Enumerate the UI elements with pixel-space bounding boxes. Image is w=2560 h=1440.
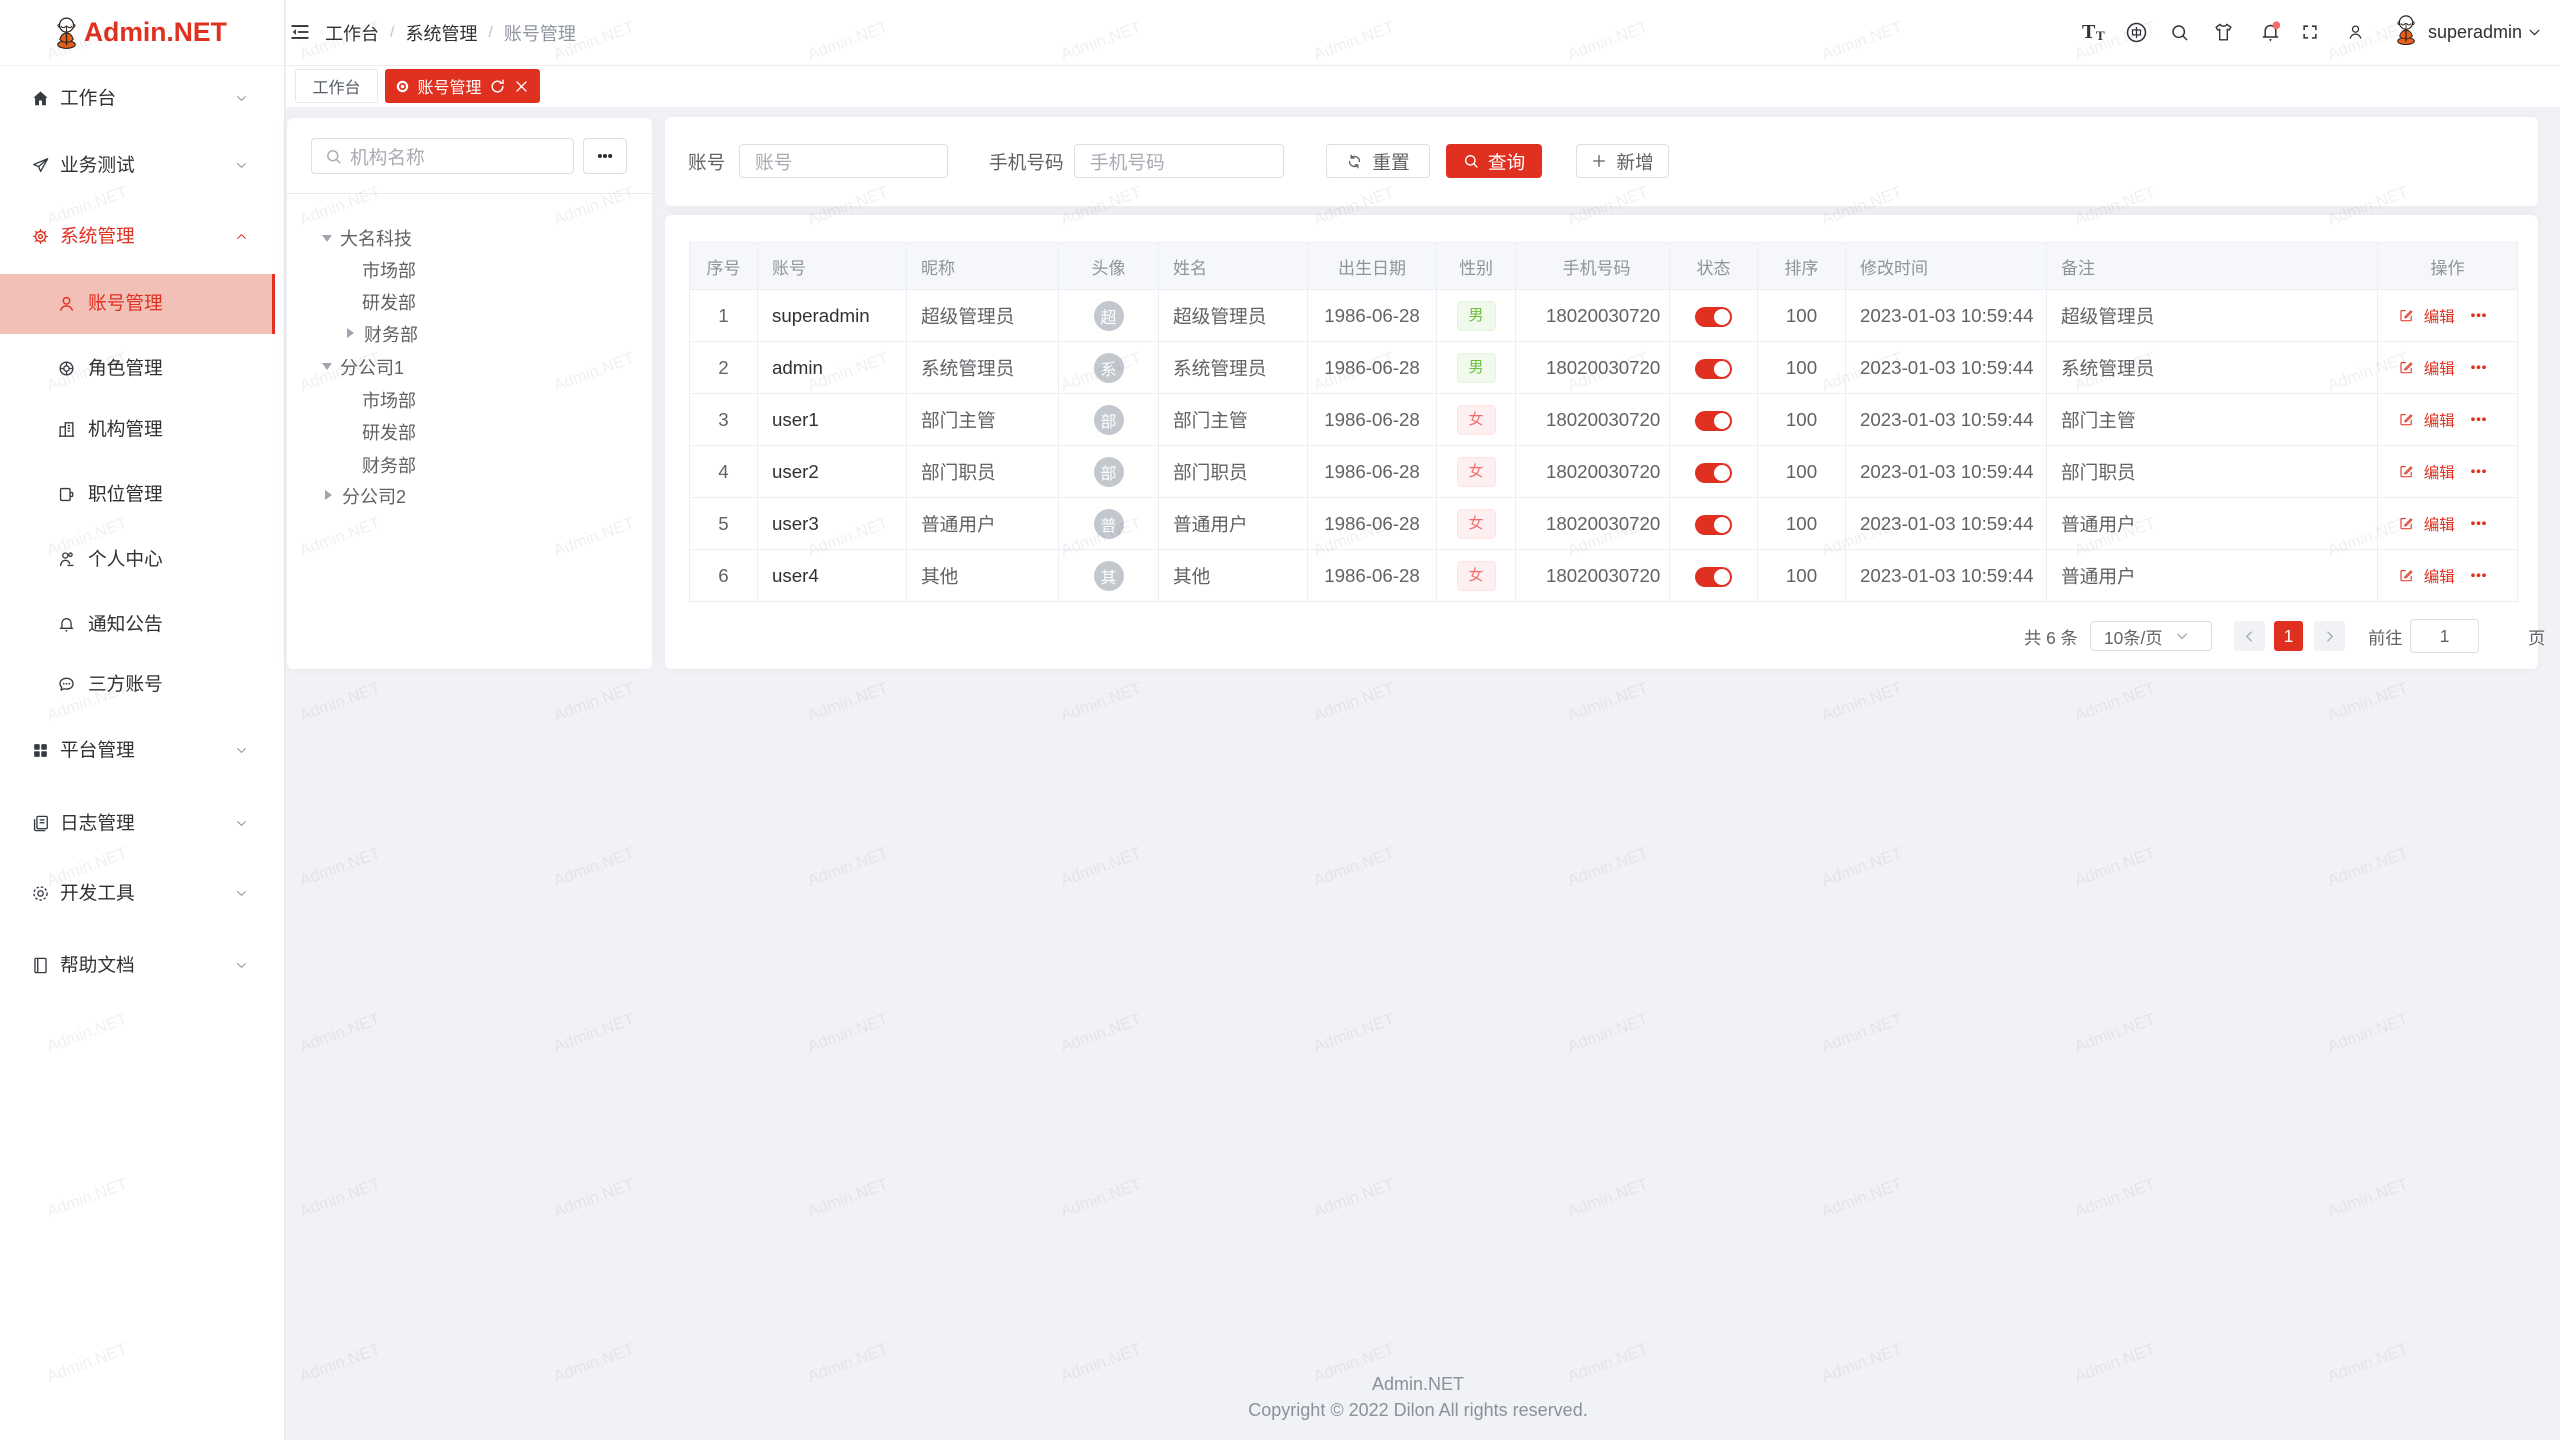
svg-text:T: T [2082,21,2096,43]
svg-text:T: T [2096,28,2105,43]
